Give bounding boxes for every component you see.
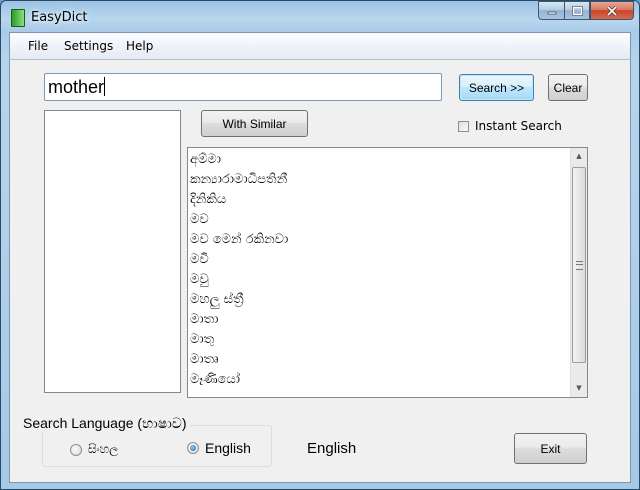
menu-bar: File Settings Help xyxy=(10,33,630,60)
radio-english-option[interactable]: English xyxy=(187,440,251,456)
dictionary-book-icon[interactable] xyxy=(11,9,25,27)
list-item[interactable]: කන්‍යාරාමාධිපතිනී xyxy=(190,170,570,190)
list-item[interactable]: දිනිකිය xyxy=(190,190,570,210)
title-bar[interactable]: EasyDict xyxy=(1,1,639,33)
with-similar-button[interactable]: With Similar xyxy=(201,110,308,137)
current-language-label: English xyxy=(307,440,357,457)
results-items: අම්මා කන්‍යාරාමාධිපතිනී දිනිකිය මව මව මෙ… xyxy=(190,150,570,390)
list-item[interactable]: මව xyxy=(190,210,570,230)
list-item[interactable]: මාතෘ xyxy=(190,350,570,370)
instant-search-checkbox[interactable] xyxy=(458,120,469,132)
menu-file[interactable]: File xyxy=(28,39,48,53)
scroll-up-arrow-icon[interactable]: ▲ xyxy=(571,148,587,165)
caption-buttons xyxy=(538,1,634,21)
exit-button[interactable]: Exit xyxy=(514,433,587,464)
instant-search-option[interactable]: Instant Search xyxy=(458,119,562,133)
instant-search-label: Instant Search xyxy=(475,119,562,133)
text-caret xyxy=(104,77,106,96)
radio-sinhala-label: සිංහල xyxy=(88,442,119,456)
menu-help[interactable]: Help xyxy=(126,39,153,53)
menu-settings[interactable]: Settings xyxy=(64,39,113,53)
scroll-down-arrow-icon[interactable]: ▼ xyxy=(571,380,587,397)
scrollbar-grip-icon xyxy=(576,261,583,270)
results-scrollbar[interactable]: ▲ ▼ xyxy=(570,148,587,397)
list-item[interactable]: අම්මා xyxy=(190,150,570,170)
list-item[interactable]: මාතු xyxy=(190,330,570,350)
close-button[interactable] xyxy=(590,1,634,20)
list-item[interactable]: මෑණියෝ xyxy=(190,370,570,390)
radio-english-label: English xyxy=(205,440,251,456)
maximize-button[interactable] xyxy=(564,1,590,20)
list-item[interactable]: මව මෙන් රකිනවා xyxy=(190,230,570,250)
results-list[interactable]: අම්මා කන්‍යාරාමාධිපතිනී දිනිකිය මව මව මෙ… xyxy=(187,147,588,398)
search-input[interactable]: mother xyxy=(44,73,442,101)
list-item[interactable]: මවී xyxy=(190,250,570,270)
search-language-title: Search Language (භාෂාව) xyxy=(20,415,190,432)
list-item[interactable]: මහලු ස්ත්‍රී xyxy=(190,290,570,310)
window-title: EasyDict xyxy=(31,10,88,25)
search-button[interactable]: Search >> xyxy=(459,74,534,101)
maximize-icon xyxy=(571,5,583,16)
list-item[interactable]: මවු xyxy=(190,270,570,290)
scrollbar-thumb[interactable] xyxy=(572,167,586,363)
radio-sinhala[interactable] xyxy=(70,443,82,456)
client-area: File Settings Help mother Search >> Clea… xyxy=(9,32,631,483)
app-window: EasyDict File Settings Help mother Searc… xyxy=(0,0,640,490)
minimize-button[interactable] xyxy=(538,1,564,20)
radio-english[interactable] xyxy=(187,442,199,454)
clear-button[interactable]: Clear xyxy=(548,74,588,101)
search-input-value: mother xyxy=(48,77,105,97)
radio-sinhala-option[interactable]: සිංහල xyxy=(70,442,118,457)
word-list[interactable] xyxy=(44,110,181,393)
close-icon xyxy=(606,5,618,16)
list-item[interactable]: මාතා xyxy=(190,310,570,330)
minimize-icon xyxy=(547,11,556,14)
